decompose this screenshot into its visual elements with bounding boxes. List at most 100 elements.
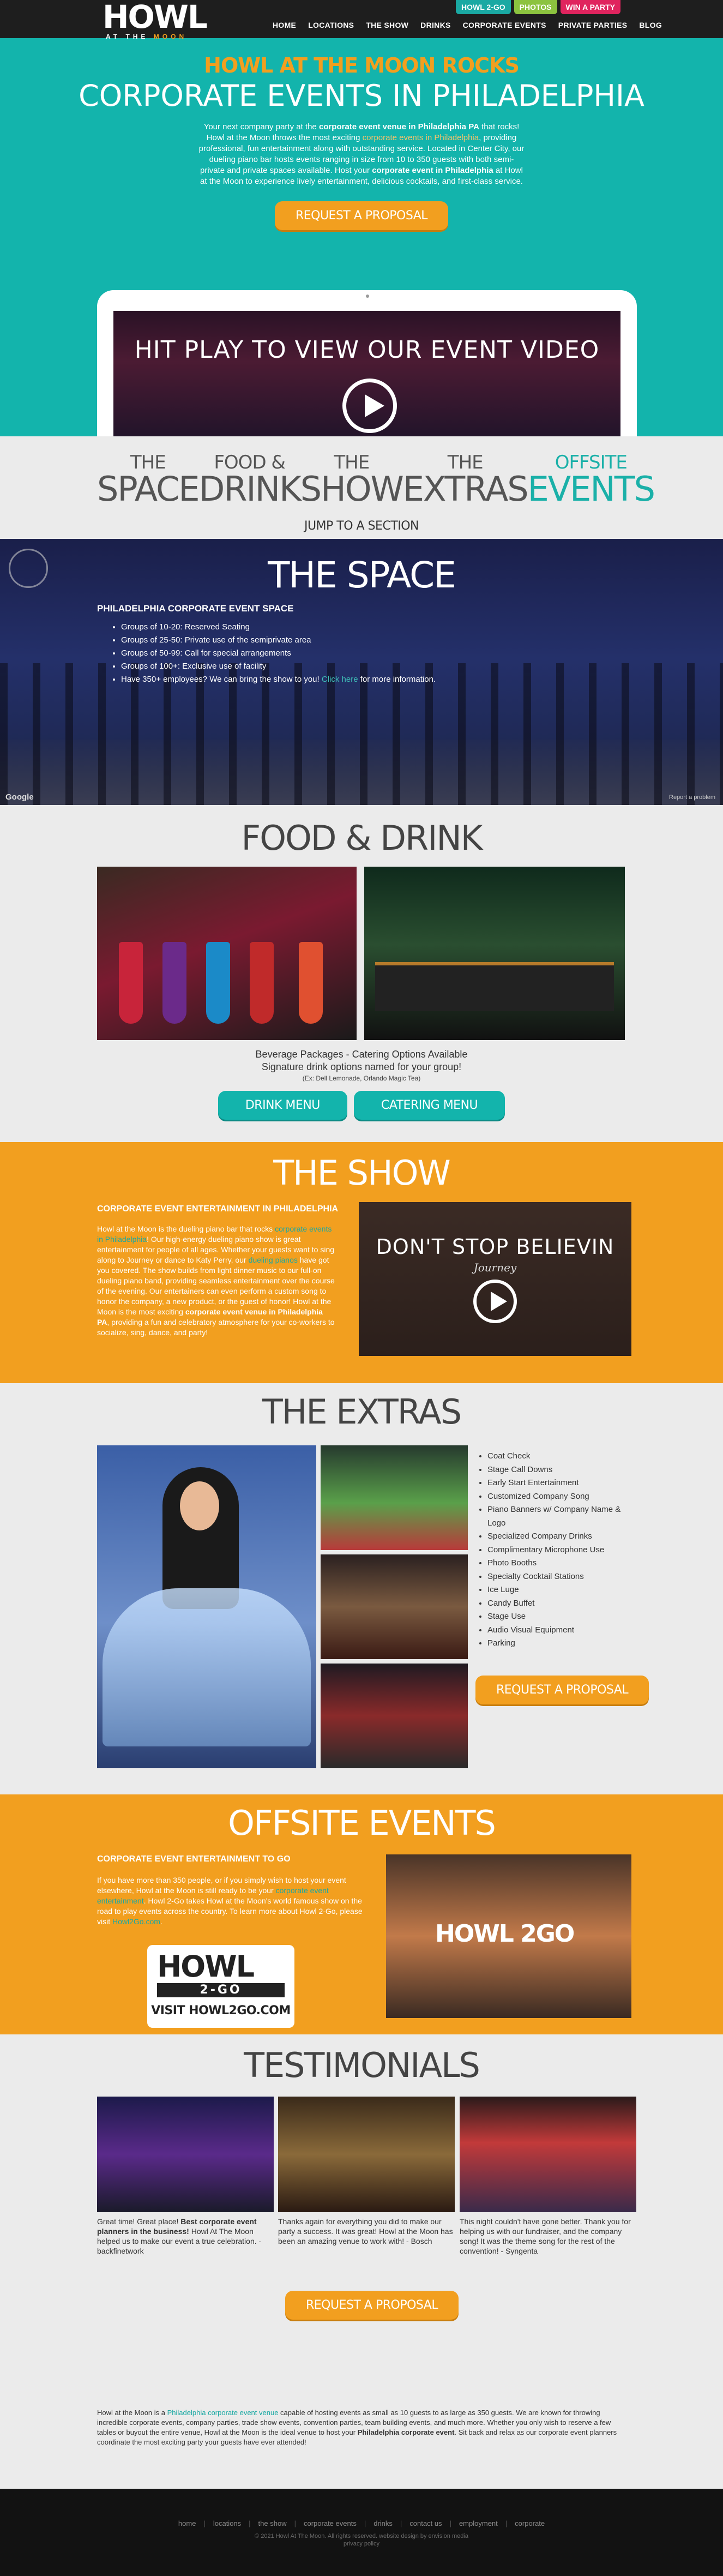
list-item: Groups of 50-99: Call for special arrang… <box>121 647 436 660</box>
show-video-title: DON'T STOP BELIEVIN <box>376 1235 614 1259</box>
hero-section: HOWL AT THE MOON ROCKS CORPORATE EVENTS … <box>0 38 723 436</box>
site-header: HOWL AT THE MOON HOWL 2-GO PHOTOS WIN A … <box>0 0 723 40</box>
footer-link-contact-us[interactable]: contact us <box>409 2519 442 2527</box>
nav-blog[interactable]: BLOG <box>639 21 662 29</box>
space-subtitle: PHILADELPHIA CORPORATE EVENT SPACE <box>97 603 294 614</box>
hero-link[interactable]: corporate events in Philadelphia <box>363 133 479 142</box>
request-proposal-button[interactable]: REQUEST A PROPOSAL <box>285 2291 459 2320</box>
list-item: Specialty Cocktail Stations <box>487 1570 640 1584</box>
offsite-section: OFFSITE EVENTS CORPORATE EVENT ENTERTAIN… <box>0 1794 723 2034</box>
footer-link-the-show[interactable]: the show <box>258 2519 287 2527</box>
testimonials-section: TESTIMONIALS Great time! Great place! Be… <box>0 2034 723 2397</box>
list-item: Coat Check <box>487 1450 640 1463</box>
main-nav: HOME LOCATIONS THE SHOW DRINKS CORPORATE… <box>273 21 662 29</box>
table-setting-photo <box>321 1554 468 1659</box>
footer-link-home[interactable]: home <box>178 2519 196 2527</box>
catering-menu-button[interactable]: CATERING MENU <box>353 1091 505 1120</box>
howl-2go-stage-photo: HOWL 2GO <box>386 1854 631 2018</box>
footer-link-locations[interactable]: locations <box>213 2519 241 2527</box>
space-section: THE SPACE PHILADELPHIA CORPORATE EVENT S… <box>0 539 723 805</box>
jump-food-drink[interactable]: FOOD & DRINK <box>199 453 302 506</box>
list-item: Groups of 10-20: Reserved Seating <box>121 621 436 634</box>
howl-2go-pill[interactable]: HOWL 2-GO <box>456 0 511 14</box>
dueling-pianos-link[interactable]: dueling pianos <box>249 1256 298 1264</box>
report-problem-link[interactable]: Report a problem <box>669 794 715 801</box>
extras-title: THE EXTRAS <box>262 1392 462 1432</box>
footer-link-corporate[interactable]: corporate <box>515 2519 545 2527</box>
nav-drinks[interactable]: DRINKS <box>420 21 450 29</box>
footer-link-corporate-events[interactable]: corporate events <box>304 2519 357 2527</box>
catering-buffet-image <box>364 867 625 1040</box>
show-subtitle: CORPORATE EVENT ENTERTAINMENT IN PHILADE… <box>97 1204 339 1214</box>
bottom-copy: Howl at the Moon is a Philadelphia corpo… <box>97 2409 617 2446</box>
howl2go-link[interactable]: Howl2Go.com <box>112 1917 160 1926</box>
play-icon[interactable] <box>473 1280 517 1323</box>
offsite-subtitle: CORPORATE EVENT ENTERTAINMENT TO GO <box>97 1854 291 1864</box>
offsite-title: OFFSITE EVENTS <box>228 1803 496 1843</box>
show-section: THE SHOW CORPORATE EVENT ENTERTAINMENT I… <box>0 1142 723 1383</box>
play-icon[interactable] <box>342 379 397 433</box>
video-laptop-frame: HIT PLAY TO VIEW OUR EVENT VIDEO <box>97 290 637 436</box>
list-item: Customized Company Song <box>487 1490 640 1504</box>
extras-list: Coat Check Stage Call Downs Early Start … <box>487 1450 640 1650</box>
google-logo: Google <box>5 792 34 802</box>
list-item: Parking <box>487 1637 640 1650</box>
list-item: Stage Use <box>487 1610 640 1624</box>
list-item: Early Start Entertainment <box>487 1476 640 1490</box>
list-item: Complimentary Microphone Use <box>487 1544 640 1557</box>
privacy-policy-link[interactable]: privacy policy <box>0 2540 723 2548</box>
howl-logo[interactable]: HOWL AT THE MOON <box>103 1 212 45</box>
request-proposal-button[interactable]: REQUEST A PROPOSAL <box>274 201 449 230</box>
list-item: Stage Call Downs <box>487 1463 640 1477</box>
bottom-link[interactable]: Philadelphia corporate event venue <box>167 2409 279 2417</box>
hero-description: Your next company party at the corporate… <box>198 122 525 186</box>
bar-setup-photo <box>321 1664 468 1768</box>
footer-copyright: © 2021 Howl At The Moon. All rights rese… <box>0 2532 723 2548</box>
photos-pill[interactable]: PHOTOS <box>514 0 557 14</box>
event-video[interactable]: HIT PLAY TO VIEW OUR EVENT VIDEO <box>113 311 620 436</box>
testimonial-photo <box>460 2097 636 2212</box>
extras-section: THE EXTRAS Coat Check Stage Call Downs E… <box>0 1383 723 1794</box>
nav-corporate-events[interactable]: CORPORATE EVENTS <box>463 21 546 29</box>
list-item: Candy Buffet <box>487 1597 640 1611</box>
hero-title: CORPORATE EVENTS IN PHILADELPHIA <box>79 79 644 113</box>
jump-section: THE SPACE FOOD & DRINK THE SHOW THE EXTRAS O… <box>0 436 723 539</box>
howl-2go-logo[interactable]: HOWL 2-GO VISIT HOWL2GO.COM <box>147 1945 294 2028</box>
nav-home[interactable]: HOME <box>273 21 296 29</box>
camera-dot <box>366 295 369 298</box>
testimonial-text: Thanks again for everything you did to m… <box>278 2217 453 2245</box>
list-item: Specialized Company Drinks <box>487 1530 640 1544</box>
win-a-party-pill[interactable]: WIN A PARTY <box>560 0 620 14</box>
jump-offsite-events[interactable]: OFFSITE EVENTS <box>528 453 655 506</box>
logo-text: HOWL <box>103 0 208 35</box>
jump-show[interactable]: THE SHOW <box>300 453 404 506</box>
nav-locations[interactable]: LOCATIONS <box>308 21 354 29</box>
list-item: Groups of 25-50: Private use of the semi… <box>121 634 436 647</box>
footer-link-employment[interactable]: employment <box>459 2519 498 2527</box>
click-here-link[interactable]: Click here <box>322 675 358 684</box>
jump-extras[interactable]: THE EXTRAS <box>403 453 529 506</box>
list-item: Piano Banners w/ Company Name & Logo <box>487 1503 640 1530</box>
footer-links: home | locations | the show | corporate eve… <box>178 2519 545 2527</box>
video-title: HIT PLAY TO VIEW OUR EVENT VIDEO <box>134 336 600 364</box>
jump-space[interactable]: THE SPACE <box>97 453 200 506</box>
drink-menu-button[interactable]: DRINK MENU <box>218 1091 347 1120</box>
food-description: Beverage Packages - Catering Options Ava… <box>255 1049 468 1072</box>
logo-sub-moon: MOON <box>153 33 188 40</box>
request-proposal-button[interactable]: REQUEST A PROPOSAL <box>475 1676 649 1704</box>
list-item: Groups of 100+: Exclusive use of facilit… <box>121 660 436 673</box>
food-note: (Ex: Dell Lemonade, Orlando Magic Tea) <box>302 1074 421 1082</box>
jump-label: JUMP TO A SECTION <box>304 519 419 533</box>
nav-the-show[interactable]: THE SHOW <box>366 21 408 29</box>
show-video[interactable]: DON'T STOP BELIEVIN Journey <box>359 1202 631 1356</box>
offsite-description: If you have more than 350 people, or if … <box>97 1876 363 1926</box>
list-item: Audio Visual Equipment <box>487 1624 640 1637</box>
testimonial-text: Great time! Great place! Best corporate … <box>97 2217 262 2255</box>
nav-private-parties[interactable]: PRIVATE PARTIES <box>558 21 628 29</box>
food-title: FOOD & DRINK <box>241 818 483 858</box>
site-footer: home | locations | the show | corporate eve… <box>0 2489 723 2576</box>
testimonial-photo <box>278 2097 455 2212</box>
bottom-copy-section: Howl at the Moon is a Philadelphia corpo… <box>0 2397 723 2489</box>
footer-link-drinks[interactable]: drinks <box>373 2519 393 2527</box>
list-item: Have 350+ employees? We can bring the sh… <box>121 673 436 686</box>
